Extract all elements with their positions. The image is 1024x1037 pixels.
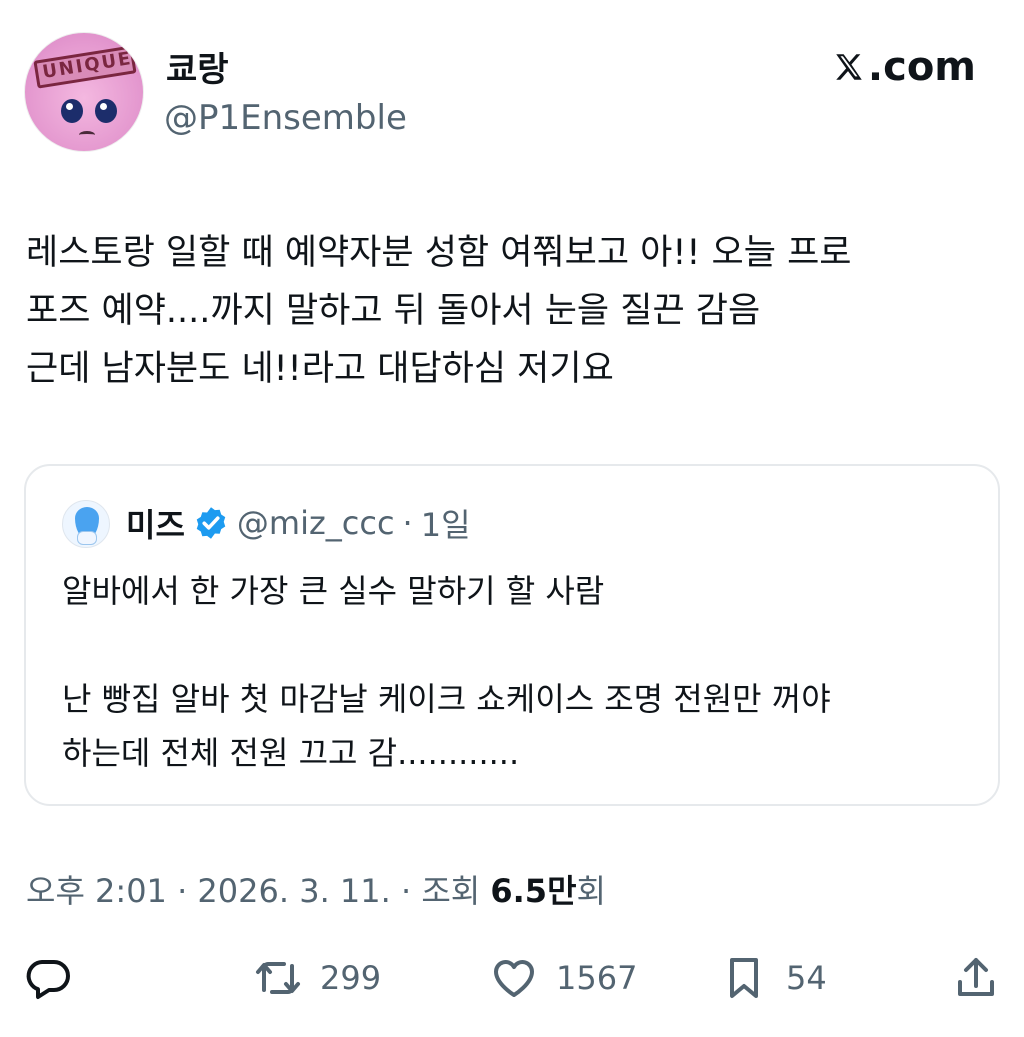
quote-display-name[interactable]: 미즈 — [126, 500, 185, 546]
bookmark-icon — [730, 958, 758, 998]
heart-icon — [494, 960, 534, 997]
brand-watermark: .com — [832, 44, 976, 90]
verified-badge-icon — [196, 507, 226, 539]
quote-line: 하는데 전체 전원 끄고 감............ — [62, 734, 520, 772]
retweet-count: 299 — [320, 959, 382, 997]
like-count: 1567 — [556, 959, 638, 997]
brand-label: .com — [867, 44, 976, 90]
author-handle[interactable]: @P1Ensemble — [164, 98, 407, 138]
quote-line: 난 빵집 알바 첫 마감날 케이크 쇼케이스 조명 전원만 꺼야 — [62, 680, 831, 718]
quote-handle[interactable]: @miz_ccc — [237, 504, 395, 542]
quote-paragraph-gap — [62, 618, 992, 672]
view-suffix: 회 — [576, 872, 606, 910]
bookmark-count: 54 — [786, 959, 827, 997]
retweet-button[interactable]: 299 — [254, 954, 381, 1002]
quote-age[interactable]: 1일 — [421, 500, 471, 546]
author-avatar[interactable]: UNIQUE — [24, 32, 144, 152]
tweet-text: 레스토랑 일할 때 예약자분 성함 여쭤보고 아!! 오늘 프로 포즈 예약..… — [26, 224, 1006, 398]
quote-author-avatar[interactable] — [62, 500, 110, 548]
reply-button[interactable] — [24, 954, 90, 1002]
droplet-body — [77, 531, 97, 545]
author-display-name[interactable]: 쿄랑 — [166, 42, 229, 91]
retweet-icon — [256, 962, 300, 994]
tweet-screenshot: UNIQUE 쿄랑 @P1Ensemble .com 레스토랑 일할 때 예약자… — [0, 0, 1024, 1037]
avatar-left-eye — [61, 99, 83, 123]
avatar-right-eye — [95, 99, 117, 123]
reply-icon — [26, 960, 70, 999]
quote-text: 알바에서 한 가장 큰 실수 말하기 할 사람 난 빵집 알바 첫 마감날 케이… — [62, 564, 992, 780]
tweet-line: 근데 남자분도 네!!라고 대답하심 저기요 — [26, 349, 614, 389]
share-button[interactable] — [952, 954, 1000, 1002]
quote-header: 미즈 @miz_ccc · 1일 — [126, 500, 471, 546]
x-logo-icon — [836, 54, 862, 80]
action-bar: 299 1567 54 — [0, 954, 1024, 1014]
view-count: 6.5만 — [490, 872, 577, 910]
bookmark-button[interactable]: 54 — [720, 954, 827, 1002]
time-text: 오후 2:01 · 2026. 3. 11. · 조회 — [26, 872, 491, 910]
quote-separator: · — [402, 504, 413, 542]
tweet-line: 포즈 예약....까지 말하고 뒤 돌아서 눈을 질끈 감음 — [26, 291, 761, 331]
quote-line: 알바에서 한 가장 큰 실수 말하기 할 사람 — [62, 572, 605, 610]
tweet-timestamp[interactable]: 오후 2:01 · 2026. 3. 11. · 조회 6.5만회 — [26, 866, 606, 912]
tweet-line: 레스토랑 일할 때 예약자분 성함 여쭤보고 아!! 오늘 프로 — [26, 233, 852, 273]
like-button[interactable]: 1567 — [490, 954, 637, 1002]
quoted-tweet-card[interactable]: 미즈 @miz_ccc · 1일 알바에서 한 가장 큰 실수 말하기 할 사람… — [24, 464, 1000, 806]
share-icon — [958, 958, 994, 996]
avatar-mouth — [79, 131, 95, 139]
